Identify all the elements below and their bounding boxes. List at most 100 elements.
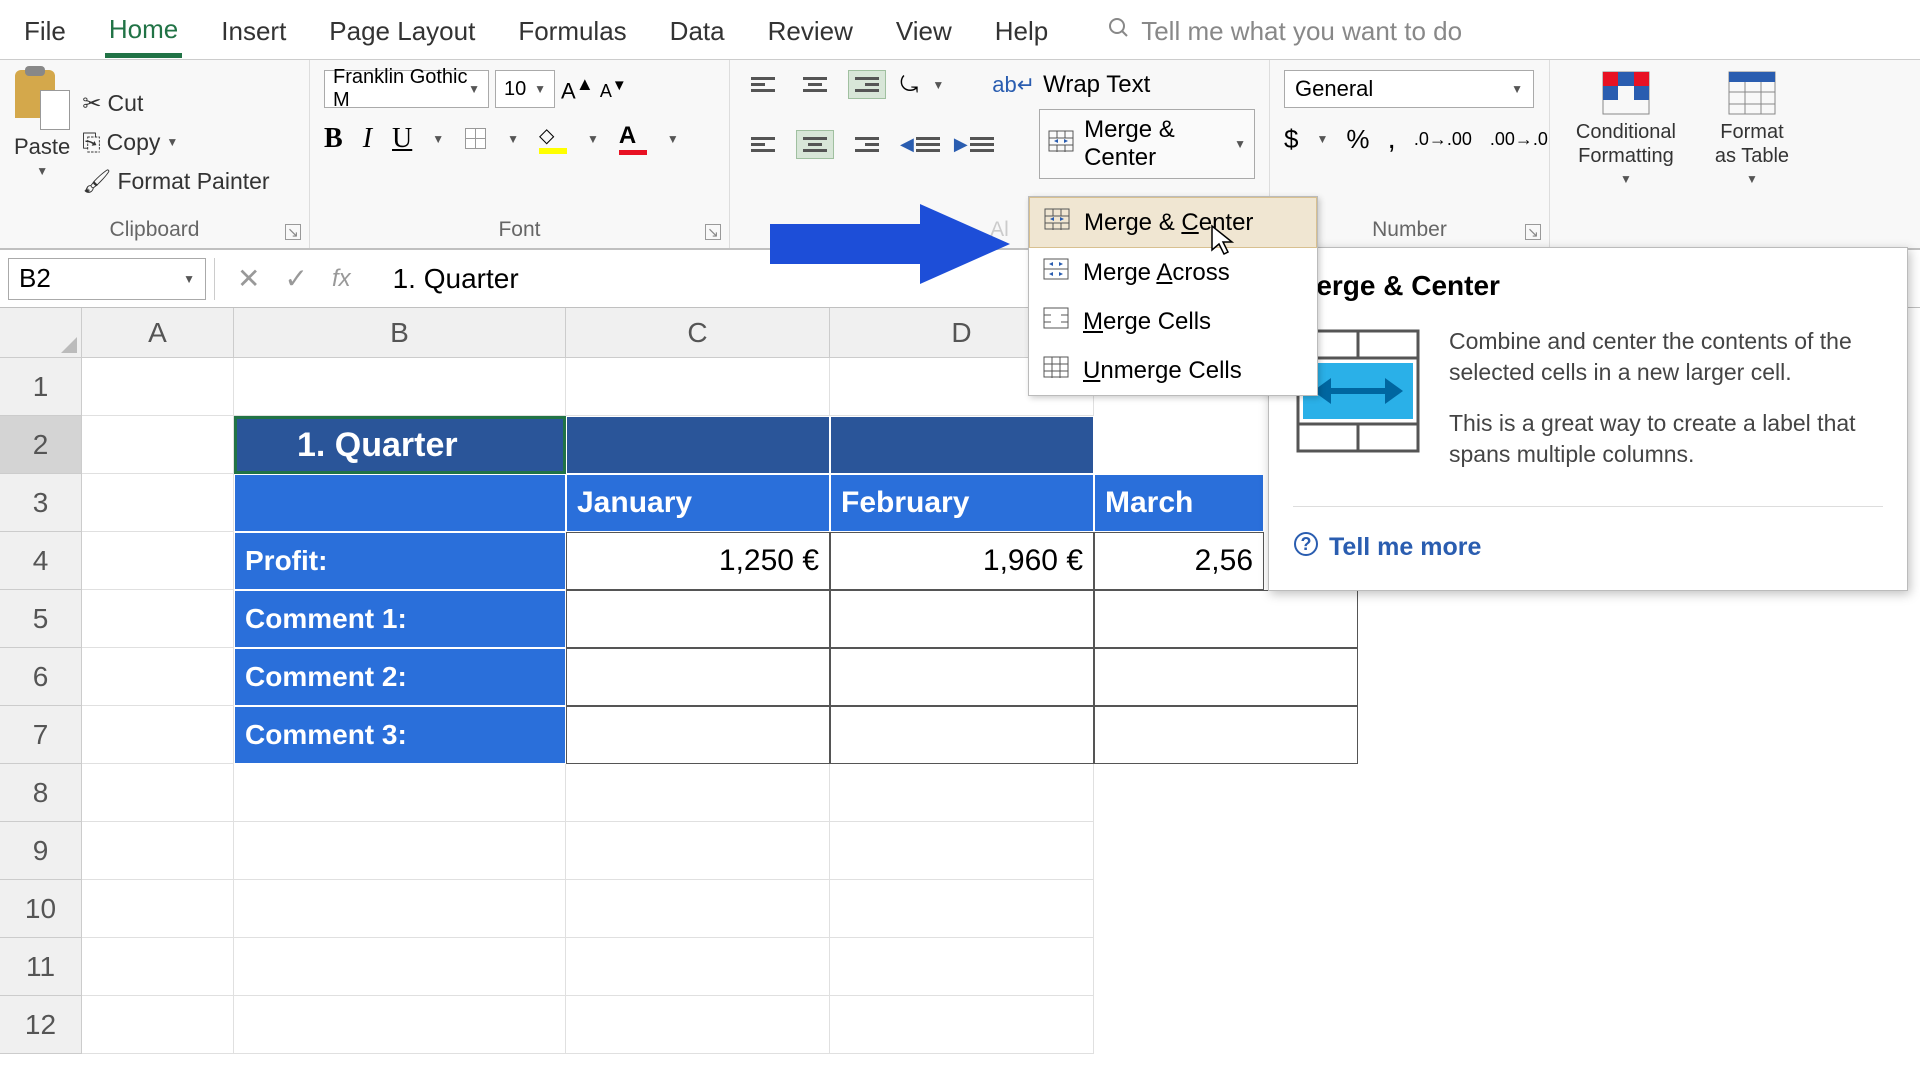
cell-c4[interactable]: 1,250 € <box>566 532 830 590</box>
cell-c11[interactable] <box>566 938 830 996</box>
cell-c9[interactable] <box>566 822 830 880</box>
cell-b11[interactable] <box>234 938 566 996</box>
cancel-icon[interactable]: ✕ <box>237 262 260 295</box>
cell-e7[interactable] <box>1094 706 1358 764</box>
cell-a3[interactable] <box>82 474 234 532</box>
cell-b8[interactable] <box>234 764 566 822</box>
cell-b1[interactable] <box>234 358 566 416</box>
cell-a2[interactable] <box>82 416 234 474</box>
cell-c2[interactable] <box>566 416 830 474</box>
format-as-table-button[interactable]: Format as Table▼ <box>1708 70 1796 186</box>
cell-d5[interactable] <box>830 590 1094 648</box>
row-header-12[interactable]: 12 <box>0 996 82 1054</box>
percent-button[interactable]: % <box>1346 124 1369 155</box>
cell-a10[interactable] <box>82 880 234 938</box>
clipboard-dialog-launcher[interactable]: ↘ <box>285 224 301 240</box>
cell-b10[interactable] <box>234 880 566 938</box>
decrease-decimal-button[interactable]: .00→.0 <box>1490 129 1548 150</box>
cell-e4[interactable]: 2,56 <box>1094 532 1264 590</box>
cut-button[interactable]: ✂ Cut <box>82 86 269 121</box>
cell-c1[interactable] <box>566 358 830 416</box>
tab-data[interactable]: Data <box>666 8 729 55</box>
align-top-button[interactable] <box>744 70 782 99</box>
cell-b2[interactable]: 1. Quarter <box>234 416 566 474</box>
row-header-10[interactable]: 10 <box>0 880 82 938</box>
number-format-select[interactable]: General▼ <box>1284 70 1534 108</box>
border-button[interactable] <box>464 127 487 150</box>
font-color-button[interactable]: A <box>619 122 647 155</box>
tab-review[interactable]: Review <box>764 8 857 55</box>
col-header-a[interactable]: A <box>82 308 234 358</box>
cell-d2[interactable] <box>830 416 1094 474</box>
cell-d11[interactable] <box>830 938 1094 996</box>
tell-me-more-link[interactable]: ? Tell me more <box>1293 531 1883 564</box>
cell-c3[interactable]: January <box>566 474 830 532</box>
tab-formulas[interactable]: Formulas <box>514 8 630 55</box>
cell-d10[interactable] <box>830 880 1094 938</box>
row-header-1[interactable]: 1 <box>0 358 82 416</box>
align-right-button[interactable] <box>848 130 886 159</box>
cell-a4[interactable] <box>82 532 234 590</box>
tab-home[interactable]: Home <box>105 6 182 58</box>
number-dialog-launcher[interactable]: ↘ <box>1525 224 1541 240</box>
cell-b9[interactable] <box>234 822 566 880</box>
cell-e6[interactable] <box>1094 648 1358 706</box>
row-header-9[interactable]: 9 <box>0 822 82 880</box>
cell-b3[interactable] <box>234 474 566 532</box>
cell-c6[interactable] <box>566 648 830 706</box>
cell-a8[interactable] <box>82 764 234 822</box>
font-name-select[interactable]: Franklin Gothic M▼ <box>324 70 489 108</box>
row-header-7[interactable]: 7 <box>0 706 82 764</box>
format-painter-button[interactable]: 🖌 Format Painter <box>82 164 269 199</box>
menu-merge-center[interactable]: Merge & Center <box>1029 197 1317 248</box>
cell-c10[interactable] <box>566 880 830 938</box>
fill-color-button[interactable]: ◇ <box>539 123 567 154</box>
row-header-6[interactable]: 6 <box>0 648 82 706</box>
merge-center-button[interactable]: Merge & Center ▼ <box>1039 109 1255 179</box>
increase-indent-button[interactable]: ▶ <box>954 134 994 155</box>
cell-d4[interactable]: 1,960 € <box>830 532 1094 590</box>
tab-help[interactable]: Help <box>991 8 1052 55</box>
font-dialog-launcher[interactable]: ↘ <box>705 224 721 240</box>
cell-b6[interactable]: Comment 2: <box>234 648 566 706</box>
menu-merge-across[interactable]: Merge Across <box>1029 248 1317 297</box>
row-header-4[interactable]: 4 <box>0 532 82 590</box>
align-left-button[interactable] <box>744 130 782 159</box>
cell-a7[interactable] <box>82 706 234 764</box>
select-all-corner[interactable] <box>0 308 82 358</box>
font-size-select[interactable]: 10▼ <box>495 70 555 108</box>
align-center-button[interactable] <box>796 130 834 159</box>
formula-bar-content[interactable]: 1. Quarter <box>373 263 519 295</box>
cell-a9[interactable] <box>82 822 234 880</box>
cell-d7[interactable] <box>830 706 1094 764</box>
search-icon[interactable] <box>1107 16 1131 47</box>
italic-button[interactable]: I <box>363 123 372 155</box>
tab-insert[interactable]: Insert <box>217 8 290 55</box>
row-header-3[interactable]: 3 <box>0 474 82 532</box>
cell-b12[interactable] <box>234 996 566 1054</box>
cell-e5[interactable] <box>1094 590 1358 648</box>
cell-c5[interactable] <box>566 590 830 648</box>
cell-b7[interactable]: Comment 3: <box>234 706 566 764</box>
cell-d12[interactable] <box>830 996 1094 1054</box>
decrease-indent-button[interactable]: ◀ <box>900 134 940 155</box>
orientation-button[interactable]: ⤿ <box>900 72 918 98</box>
wrap-text-button[interactable]: ab↵ Wrap Text <box>992 71 1150 99</box>
decrease-font-icon[interactable]: A▼ <box>600 77 627 102</box>
cell-a6[interactable] <box>82 648 234 706</box>
row-header-8[interactable]: 8 <box>0 764 82 822</box>
cell-a11[interactable] <box>82 938 234 996</box>
cell-e3[interactable]: March <box>1094 474 1264 532</box>
row-header-2[interactable]: 2 <box>0 416 82 474</box>
cell-d6[interactable] <box>830 648 1094 706</box>
increase-font-icon[interactable]: A▲ <box>561 73 594 104</box>
cell-c12[interactable] <box>566 996 830 1054</box>
comma-button[interactable]: , <box>1387 122 1395 156</box>
menu-unmerge-cells[interactable]: Unmerge Cells <box>1029 346 1317 395</box>
cell-d8[interactable] <box>830 764 1094 822</box>
cell-b4[interactable]: Profit: <box>234 532 566 590</box>
increase-decimal-button[interactable]: .0→.00 <box>1414 129 1472 150</box>
tell-me-input[interactable]: Tell me what you want to do <box>1141 16 1462 47</box>
cell-c8[interactable] <box>566 764 830 822</box>
enter-icon[interactable]: ✓ <box>284 262 307 295</box>
